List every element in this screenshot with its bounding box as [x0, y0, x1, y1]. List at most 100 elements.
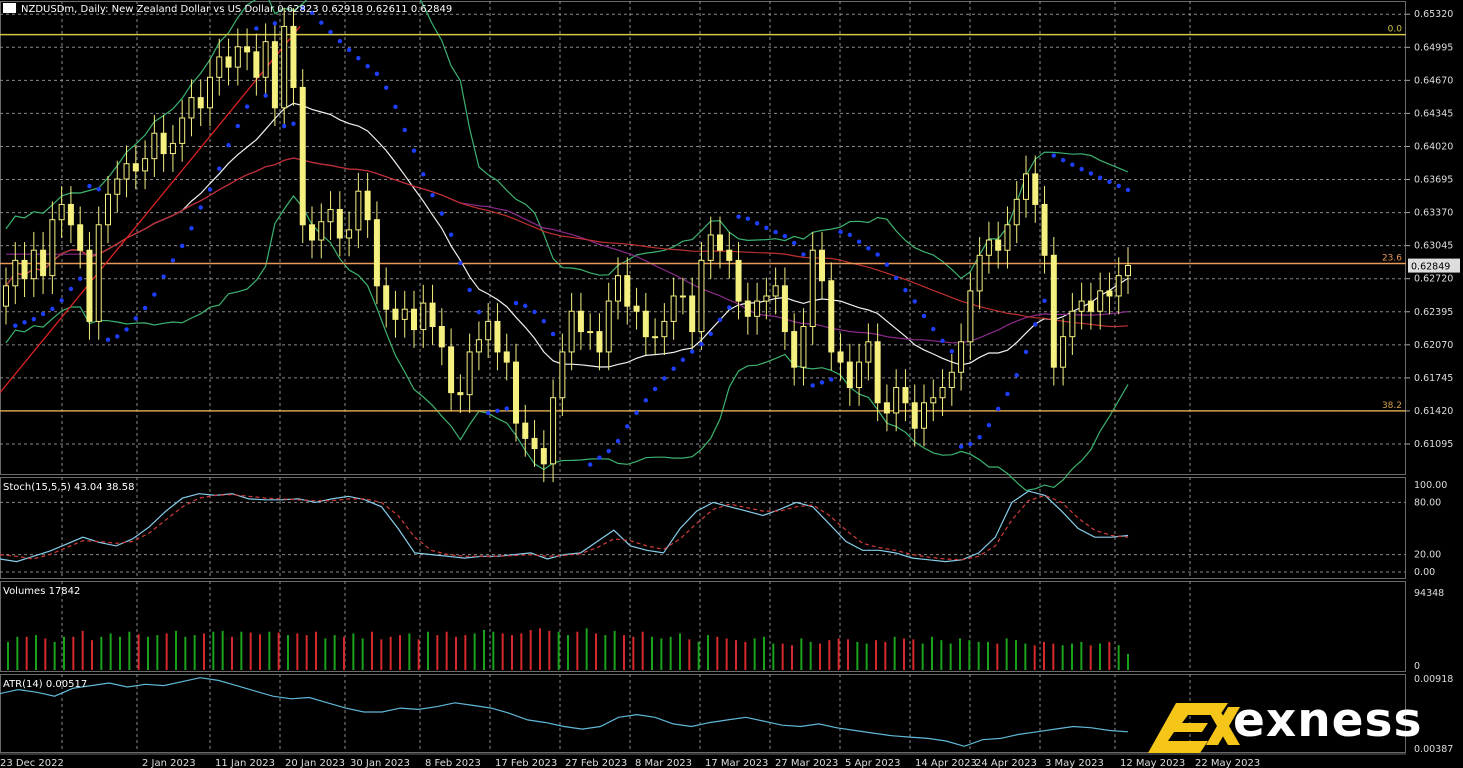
- price-chart-title: NZDUSDm, Daily: New Zealand Dollar vs US…: [21, 4, 452, 15]
- parabolic-sar-dot: [170, 258, 176, 263]
- parabolic-sar-dot: [319, 20, 324, 25]
- parabolic-sar-dot: [745, 216, 751, 221]
- trading-chart[interactable]: 23 Dec 2022 2 Jan 2023 11 Jan 2023 20 Jan 2…: [0, 0, 1463, 768]
- x-tick-label: 2 Jan 2023: [142, 758, 196, 768]
- parabolic-sar-dot: [189, 226, 194, 231]
- y-tick-label: 0.64995: [1414, 42, 1453, 53]
- candle-body: [12, 259, 19, 287]
- candle-body: [262, 41, 269, 78]
- candle-body: [1125, 264, 1131, 277]
- parabolic-sar-dot: [179, 243, 185, 249]
- candle-body: [1032, 173, 1039, 205]
- candle-body: [299, 86, 306, 226]
- candle-body: [902, 387, 909, 404]
- parabolic-sar-dot: [96, 187, 101, 192]
- candle-body: [1106, 290, 1113, 297]
- candle-body: [346, 229, 353, 239]
- parabolic-sar-dot: [105, 337, 111, 342]
- parabolic-sar-dot: [958, 444, 964, 449]
- candle-body: [142, 158, 149, 172]
- volume-tick-label: 94348: [1414, 588, 1444, 599]
- candle-body: [531, 437, 538, 450]
- parabolic-sar-dot: [856, 239, 862, 244]
- parabolic-sar-dot: [1042, 298, 1047, 303]
- candle-body: [309, 224, 315, 241]
- parabolic-sar-dot: [115, 334, 120, 339]
- candle-body: [540, 448, 547, 465]
- y-tick-label: 0.62720: [1414, 274, 1453, 285]
- parabolic-sar-dot: [1023, 349, 1029, 355]
- y-tick-label: 0.62395: [1414, 307, 1453, 318]
- parabolic-sar-dot: [485, 410, 491, 416]
- candle-body: [475, 339, 482, 353]
- candle-body: [40, 249, 47, 277]
- parabolic-sar-dot: [541, 319, 547, 324]
- candle-body: [86, 249, 93, 322]
- candle-body: [744, 300, 751, 317]
- candle-body: [1078, 300, 1085, 312]
- candle-body: [670, 295, 677, 322]
- candle-body: [513, 361, 519, 424]
- parabolic-sar-dot: [1116, 183, 1121, 189]
- parabolic-sar-dot: [13, 323, 18, 328]
- candle-body: [596, 331, 603, 353]
- y-tick-label: 0.63370: [1414, 208, 1453, 219]
- parabolic-sar-dot: [411, 148, 417, 153]
- x-tick-label: 8 Feb 2023: [425, 758, 481, 768]
- parabolic-sar-dot: [1125, 187, 1131, 193]
- candle-body: [1013, 198, 1020, 226]
- y-tick-label: 0.61095: [1414, 439, 1453, 450]
- parabolic-sar-dot: [727, 305, 732, 310]
- parabolic-sar-dot: [68, 286, 74, 292]
- candle-body: [791, 331, 798, 368]
- candle-body: [911, 402, 918, 429]
- candle-body: [466, 351, 473, 396]
- candle-body: [1060, 336, 1067, 368]
- parabolic-sar-dot: [1005, 391, 1010, 397]
- parabolic-sar-dot: [513, 300, 519, 306]
- parabolic-sar-dot: [940, 338, 945, 343]
- y-tick-label: 0.63695: [1414, 175, 1453, 186]
- parabolic-sar-dot: [244, 104, 250, 109]
- parabolic-sar-dot: [680, 357, 686, 362]
- parabolic-sar-dot: [421, 172, 426, 177]
- stoch-tick-label: 20.00: [1414, 550, 1441, 561]
- candle-body: [967, 290, 974, 343]
- candle-body: [522, 422, 529, 439]
- candle-body: [781, 285, 788, 333]
- x-tick-label: 27 Mar 2023: [775, 758, 838, 768]
- parabolic-sar-dot: [374, 71, 380, 77]
- parabolic-sar-dot: [356, 55, 361, 61]
- candle-body: [1069, 310, 1076, 338]
- candle-body: [1115, 275, 1122, 297]
- candle-body: [105, 193, 111, 226]
- parabolic-sar-dot: [903, 287, 908, 293]
- x-tick-label: 17 Mar 2023: [705, 758, 768, 768]
- parabolic-sar-dot: [1051, 153, 1057, 158]
- candle-body: [642, 310, 649, 338]
- parabolic-sar-dot: [50, 306, 55, 312]
- candle-body: [21, 259, 28, 280]
- atr-tick-label: 0.00918: [1414, 674, 1453, 685]
- parabolic-sar-dot: [652, 386, 658, 392]
- parabolic-sar-dot: [467, 287, 472, 293]
- x-tick-label: 11 Jan 2023: [215, 758, 275, 768]
- candle-body: [151, 132, 158, 160]
- candle-body: [550, 397, 557, 465]
- candle-body: [411, 308, 417, 331]
- candle-body: [837, 351, 844, 363]
- y-tick-label: 0.61745: [1414, 373, 1453, 384]
- x-tick-label: 5 Apr 2023: [845, 758, 900, 768]
- parabolic-sar-dot: [1033, 322, 1038, 327]
- candle-body: [1004, 224, 1011, 251]
- parabolic-sar-dot: [22, 320, 27, 325]
- parabolic-sar-dot: [59, 298, 64, 303]
- x-tick-label: 22 May 2023: [1195, 758, 1260, 768]
- parabolic-sar-dot: [1014, 373, 1019, 378]
- parabolic-sar-dot: [977, 435, 982, 440]
- fib-level-label: 38.2: [1382, 401, 1402, 411]
- parabolic-sar-dot: [133, 316, 139, 321]
- candle-body: [123, 163, 130, 180]
- candle-body: [132, 163, 139, 172]
- candle-body: [985, 239, 992, 256]
